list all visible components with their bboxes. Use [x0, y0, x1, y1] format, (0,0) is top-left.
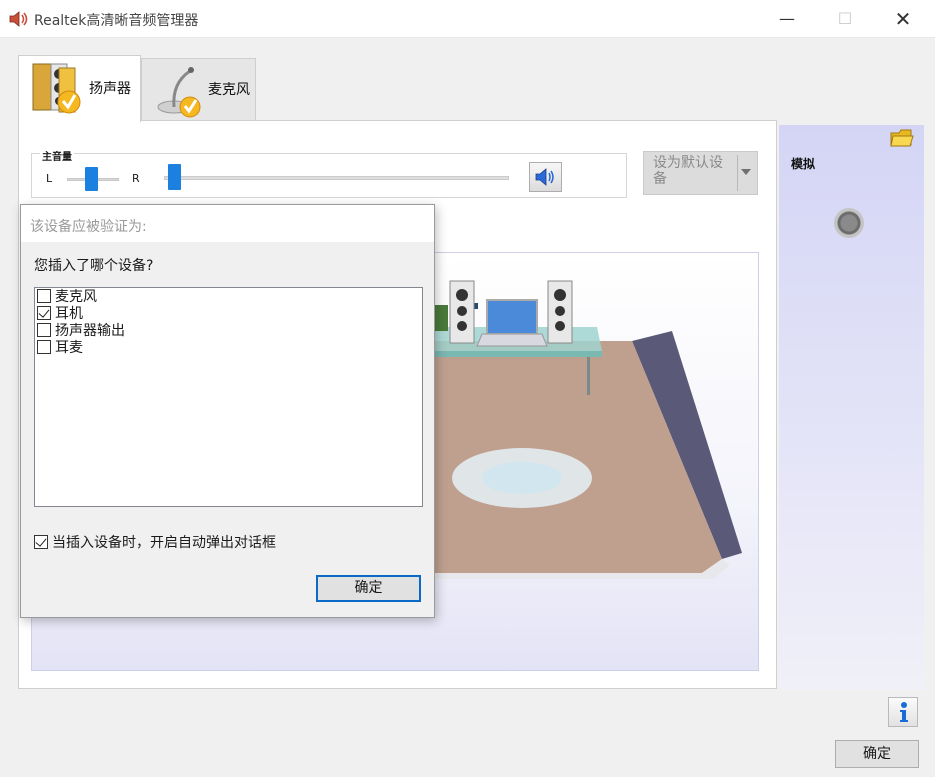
headphones-checkbox[interactable] — [37, 306, 51, 320]
microphone-icon — [157, 67, 201, 118]
speaker-app-icon — [9, 11, 28, 27]
main-volume-title: 主音量 — [40, 148, 74, 163]
window-title: Realtek高清晰音频管理器 — [34, 13, 199, 29]
microphone-checkbox[interactable] — [37, 289, 51, 303]
balance-slider-thumb[interactable] — [85, 167, 98, 191]
auto-popup-label: 当插入设备时，开启自动弹出对话框 — [52, 535, 276, 551]
chevron-down-icon[interactable] — [741, 169, 751, 175]
list-item[interactable]: 扬声器输出 — [37, 323, 125, 340]
device-option-list: 麦克风 耳机 扬声器输出 耳麦 — [34, 287, 423, 507]
auto-popup-option[interactable]: 当插入设备时，开启自动弹出对话框 — [34, 532, 276, 552]
dropdown-separator — [737, 155, 738, 191]
list-item-label: 耳麦 — [55, 340, 83, 356]
dialog-ok-button[interactable]: 确定 — [316, 575, 421, 602]
auto-popup-checkbox[interactable] — [34, 535, 48, 549]
tab-speaker[interactable]: 扬声器 — [18, 55, 141, 122]
headset-checkbox[interactable] — [37, 340, 51, 354]
analog-label: 模拟 — [791, 157, 816, 171]
balance-right-label: R — [132, 172, 140, 185]
speaker-icon — [32, 63, 81, 114]
dialog-title: 该设备应被验证为: — [30, 219, 147, 235]
info-button[interactable] — [888, 697, 918, 727]
main-ok-button[interactable]: 确定 — [835, 740, 919, 768]
list-item-label: 麦克风 — [55, 289, 97, 305]
set-default-device-button[interactable]: 设为默认设备 — [643, 151, 758, 195]
volume-slider-thumb[interactable] — [168, 164, 181, 190]
tab-speaker-label: 扬声器 — [89, 81, 131, 97]
tab-microphone[interactable]: 麦克风 — [141, 58, 256, 121]
list-item-label: 扬声器输出 — [55, 323, 125, 339]
folder-icon[interactable] — [889, 125, 915, 149]
minimize-button[interactable]: — — [764, 0, 810, 38]
list-item-label: 耳机 — [55, 306, 83, 322]
analog-side-panel: 模拟 — [779, 125, 924, 690]
close-button[interactable]: ✕ — [880, 0, 926, 38]
main-volume-group: 主音量 L R — [31, 148, 627, 198]
mute-button[interactable] — [529, 162, 562, 192]
speaker-output-checkbox[interactable] — [37, 323, 51, 337]
info-icon — [900, 702, 908, 722]
speaker-volume-icon — [535, 168, 554, 186]
device-detection-dialog: 该设备应被验证为: 您插入了哪个设备? 麦克风 耳机 扬声器输出 耳麦 当插入设… — [20, 204, 435, 618]
volume-track[interactable] — [164, 176, 509, 180]
title-bar: Realtek高清晰音频管理器 — ☐ ✕ — [0, 0, 935, 38]
audio-jack-icon[interactable] — [834, 208, 864, 238]
maximize-button[interactable]: ☐ — [822, 0, 868, 38]
list-item[interactable]: 耳机 — [37, 306, 83, 323]
tab-microphone-label: 麦克风 — [208, 82, 250, 98]
list-item[interactable]: 耳麦 — [37, 340, 83, 357]
dialog-title-bar: 该设备应被验证为: — [21, 205, 434, 242]
dialog-question: 您插入了哪个设备? — [34, 258, 154, 274]
set-default-device-label: 设为默认设备 — [653, 155, 723, 187]
balance-left-label: L — [46, 172, 53, 185]
list-item[interactable]: 麦克风 — [37, 289, 97, 306]
